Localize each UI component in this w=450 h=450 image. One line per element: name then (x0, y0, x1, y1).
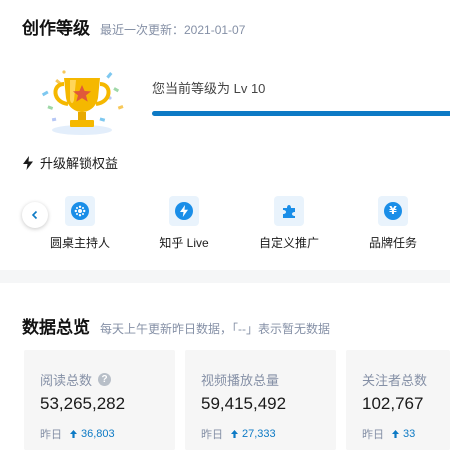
yesterday-label: 昨日 (40, 429, 62, 441)
last-updated: 最近一次更新：2021-01-07 (100, 23, 246, 37)
creation-level-card: 创作等级 最近一次更新：2021-01-07 您当前等级为 Lv 10 升级解锁… (0, 0, 450, 270)
unlock-benefits-label: 升级解锁权益 (40, 156, 119, 171)
yesterday-label: 昨日 (201, 429, 223, 441)
level-header: 创作等级 最近一次更新：2021-01-07 (22, 14, 245, 39)
benefit-brand-task[interactable]: ¥ 品牌任务 (353, 196, 433, 251)
unlock-benefits-heading: 升级解锁权益 (22, 153, 118, 172)
level-progress-fill (152, 111, 450, 116)
chevron-left-icon (31, 210, 38, 220)
yesterday-delta: 27,333 (242, 428, 276, 440)
benefit-label: 知乎 Live (159, 236, 209, 250)
benefit-label: 自定义推广 (258, 236, 319, 250)
data-overview-header: 数据总览 每天上午更新昨日数据，「--」表示暂无数据 (22, 313, 330, 338)
arrow-up-icon (70, 430, 77, 438)
stat-label: 关注者总数 (362, 370, 427, 389)
yesterday-delta: 33 (403, 428, 416, 440)
benefit-zhihu-live[interactable]: 知乎 Live (144, 196, 224, 251)
stat-card-video-plays[interactable]: 视频播放总量 59,415,492 昨日 27,333 (185, 350, 336, 450)
lightning-icon (169, 196, 199, 226)
trophy-icon (34, 58, 130, 138)
benefit-label: 品牌任务 (368, 236, 417, 250)
benefit-custom-promotion[interactable]: 自定义推广 (249, 196, 329, 251)
benefit-label: 圆桌主持人 (49, 236, 110, 250)
stat-yesterday: 昨日 27,333 (201, 426, 276, 442)
yuan-badge-icon: ¥ (378, 196, 408, 226)
level-title: 创作等级 (22, 19, 90, 38)
stat-label: 阅读总数 ? (40, 370, 112, 389)
yesterday-label: 昨日 (362, 429, 384, 441)
stat-label-text: 视频播放总量 (201, 373, 280, 388)
arrow-up-icon (392, 430, 399, 438)
stat-yesterday: 昨日 36,803 (40, 426, 115, 442)
stat-label: 视频播放总量 (201, 370, 279, 389)
stat-value: 102,767 (362, 394, 424, 413)
level-progress-bar (152, 111, 450, 116)
data-overview-card: 数据总览 每天上午更新昨日数据，「--」表示暂无数据 阅读总数 ? 53,265… (0, 283, 450, 450)
lightning-icon (23, 155, 33, 170)
puzzle-icon (274, 196, 304, 226)
stat-label-text: 关注者总数 (362, 373, 428, 388)
stat-value: 53,265,282 (40, 394, 126, 413)
arrow-up-icon (231, 430, 238, 438)
stat-yesterday: 昨日 33 (362, 426, 415, 442)
stat-label-text: 阅读总数 (40, 373, 93, 388)
help-icon[interactable]: ? (98, 373, 112, 386)
stat-card-total-reads[interactable]: 阅读总数 ? 53,265,282 昨日 36,803 (24, 350, 175, 450)
benefit-roundtable-host[interactable]: 圆桌主持人 (40, 196, 120, 251)
data-overview-title: 数据总览 (22, 318, 90, 337)
stat-value: 59,415,492 (201, 394, 287, 413)
roundtable-icon (65, 196, 95, 226)
yesterday-delta: 36,803 (81, 428, 115, 440)
current-level-text: 您当前等级为 Lv 10 (152, 81, 266, 96)
stat-card-total-followers[interactable]: 关注者总数 102,767 昨日 33 (346, 350, 450, 450)
data-overview-subtitle: 每天上午更新昨日数据，「--」表示暂无数据 (100, 322, 330, 336)
